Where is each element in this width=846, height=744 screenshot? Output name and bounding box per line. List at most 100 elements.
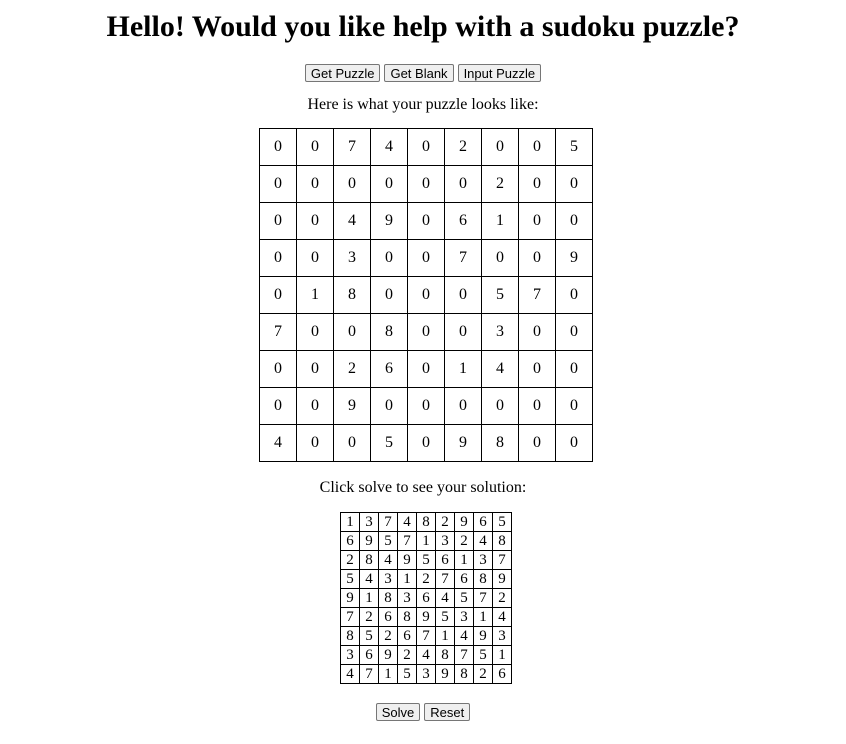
puzzle-cell[interactable]: 0 [444,387,482,425]
get-blank-button[interactable]: Get Blank [384,64,454,82]
puzzle-cell[interactable]: 0 [481,128,519,166]
puzzle-cell[interactable]: 7 [518,276,556,314]
puzzle-cell[interactable]: 0 [555,202,593,240]
puzzle-cell[interactable]: 6 [444,202,482,240]
puzzle-cell[interactable]: 0 [518,165,556,203]
puzzle-cell[interactable]: 4 [333,202,371,240]
puzzle-cell[interactable]: 0 [518,424,556,462]
puzzle-cell[interactable]: 0 [555,350,593,388]
puzzle-cell[interactable]: 0 [296,350,334,388]
puzzle-cell[interactable]: 8 [481,424,519,462]
puzzle-cell[interactable]: 0 [370,387,408,425]
solution-cell: 9 [359,531,379,551]
puzzle-cell[interactable]: 0 [518,313,556,351]
puzzle-cell[interactable]: 3 [333,239,371,277]
puzzle-cell[interactable]: 0 [333,313,371,351]
reset-button[interactable]: Reset [424,703,471,721]
puzzle-cell[interactable]: 0 [333,424,371,462]
puzzle-cell[interactable]: 2 [481,165,519,203]
puzzle-cell[interactable]: 0 [296,239,334,277]
puzzle-cell[interactable]: 4 [259,424,297,462]
puzzle-cell[interactable]: 0 [259,350,297,388]
puzzle-cell[interactable]: 0 [296,387,334,425]
puzzle-cell[interactable]: 0 [481,239,519,277]
puzzle-cell[interactable]: 6 [370,350,408,388]
solution-cell: 2 [378,626,398,646]
puzzle-grid: 0074020050000002000049061000030070090180… [259,128,593,462]
puzzle-cell[interactable]: 0 [407,239,445,277]
puzzle-cell[interactable]: 1 [481,202,519,240]
puzzle-cell[interactable]: 0 [259,239,297,277]
puzzle-cell[interactable]: 0 [444,313,482,351]
puzzle-cell[interactable]: 5 [481,276,519,314]
solution-cell: 3 [454,607,474,627]
puzzle-cell[interactable]: 2 [333,350,371,388]
solution-cell: 6 [435,550,455,570]
puzzle-cell[interactable]: 9 [555,239,593,277]
solution-cell: 6 [359,645,379,665]
puzzle-cell[interactable]: 0 [407,276,445,314]
puzzle-cell[interactable]: 0 [333,165,371,203]
puzzle-cell[interactable]: 7 [259,313,297,351]
puzzle-cell[interactable]: 0 [407,165,445,203]
puzzle-cell[interactable]: 0 [444,276,482,314]
puzzle-cell[interactable]: 0 [370,276,408,314]
puzzle-cell[interactable]: 0 [296,202,334,240]
puzzle-cell[interactable]: 9 [444,424,482,462]
solution-cell: 9 [397,550,417,570]
puzzle-cell[interactable]: 2 [444,128,482,166]
puzzle-cell[interactable]: 0 [555,276,593,314]
puzzle-cell[interactable]: 0 [407,424,445,462]
puzzle-cell[interactable]: 5 [370,424,408,462]
puzzle-cell[interactable]: 0 [407,387,445,425]
puzzle-cell[interactable]: 0 [370,165,408,203]
solve-button[interactable]: Solve [375,703,421,721]
puzzle-cell[interactable]: 0 [518,239,556,277]
solution-cell: 2 [397,645,417,665]
input-puzzle-button[interactable]: Input Puzzle [457,64,542,82]
puzzle-cell[interactable]: 0 [555,424,593,462]
puzzle-cell[interactable]: 0 [555,387,593,425]
puzzle-cell[interactable]: 0 [407,128,445,166]
puzzle-cell[interactable]: 1 [296,276,334,314]
solution-cell: 8 [492,531,512,551]
puzzle-cell[interactable]: 0 [259,202,297,240]
puzzle-cell[interactable]: 8 [333,276,371,314]
puzzle-cell[interactable]: 4 [481,350,519,388]
puzzle-cell[interactable]: 1 [444,350,482,388]
puzzle-cell[interactable]: 0 [481,387,519,425]
puzzle-cell[interactable]: 0 [518,128,556,166]
puzzle-cell[interactable]: 0 [444,165,482,203]
puzzle-cell[interactable]: 0 [296,165,334,203]
puzzle-cell[interactable]: 7 [444,239,482,277]
puzzle-cell[interactable]: 0 [518,202,556,240]
puzzle-cell[interactable]: 0 [407,313,445,351]
solution-cell: 1 [473,607,493,627]
puzzle-cell[interactable]: 0 [296,313,334,351]
puzzle-cell[interactable]: 0 [407,350,445,388]
puzzle-cell[interactable]: 0 [296,424,334,462]
solution-cell: 8 [340,626,360,646]
puzzle-cell[interactable]: 7 [333,128,371,166]
puzzle-cell[interactable]: 0 [518,387,556,425]
puzzle-cell[interactable]: 0 [555,313,593,351]
puzzle-cell[interactable]: 0 [259,165,297,203]
puzzle-cell[interactable]: 5 [555,128,593,166]
puzzle-cell[interactable]: 0 [407,202,445,240]
puzzle-cell[interactable]: 4 [370,128,408,166]
get-puzzle-button[interactable]: Get Puzzle [304,64,381,82]
puzzle-cell[interactable]: 0 [296,128,334,166]
solution-cell: 1 [397,569,417,589]
puzzle-cell[interactable]: 0 [259,276,297,314]
puzzle-cell[interactable]: 0 [518,350,556,388]
puzzle-cell[interactable]: 0 [555,165,593,203]
puzzle-cell[interactable]: 0 [259,387,297,425]
puzzle-row: 400509800 [259,424,593,462]
puzzle-cell[interactable]: 0 [370,239,408,277]
puzzle-cell[interactable]: 9 [333,387,371,425]
puzzle-cell[interactable]: 9 [370,202,408,240]
puzzle-cell[interactable]: 0 [259,128,297,166]
puzzle-cell[interactable]: 3 [481,313,519,351]
puzzle-cell[interactable]: 8 [370,313,408,351]
solution-cell: 5 [416,550,436,570]
